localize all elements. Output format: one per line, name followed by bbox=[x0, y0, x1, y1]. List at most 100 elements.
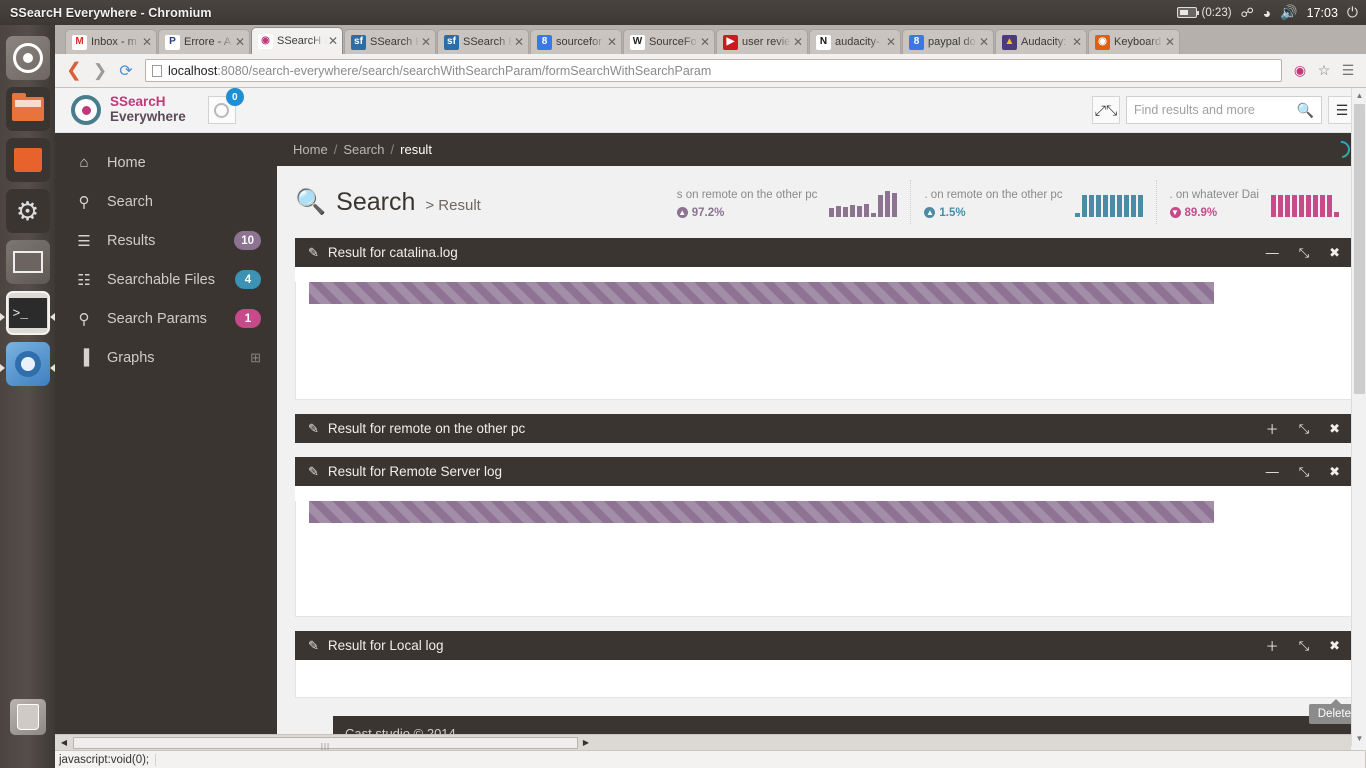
tab-close-icon[interactable]: ✕ bbox=[514, 35, 524, 49]
panel-minimize-icon[interactable]: — bbox=[1266, 245, 1279, 260]
sidebar-item-search[interactable]: ⚲Search bbox=[55, 182, 277, 221]
star-icon[interactable]: ☆ bbox=[1312, 62, 1336, 79]
browser-tab[interactable]: ▲Audacity:✕ bbox=[995, 29, 1087, 54]
stat-label: . on whatever Dai bbox=[1170, 185, 1260, 207]
stat-value: 97.2% bbox=[692, 207, 725, 219]
battery-indicator[interactable]: (0:23) bbox=[1177, 7, 1232, 19]
reload-icon[interactable]: ⟳ bbox=[113, 61, 139, 81]
sidebar-item-label: Home bbox=[107, 155, 261, 171]
back-arrow-icon[interactable]: ❮ bbox=[61, 59, 87, 82]
sidebar-item-home[interactable]: ⌂Home bbox=[55, 143, 277, 182]
browser-tab[interactable]: MInbox - m✕ bbox=[65, 29, 157, 54]
edit-pen-icon[interactable]: ✎ bbox=[308, 421, 319, 437]
tab-close-icon[interactable]: ✕ bbox=[328, 34, 338, 48]
power-icon[interactable]: ⏻ bbox=[1347, 4, 1358, 21]
browser-tab[interactable]: WSourceFo✕ bbox=[623, 29, 715, 54]
sidebar-item-searchable-files[interactable]: ☷Searchable Files4 bbox=[55, 260, 277, 299]
launcher-software-center-icon[interactable] bbox=[6, 138, 50, 182]
launcher-files-icon[interactable] bbox=[6, 87, 50, 131]
launcher-system-settings-icon[interactable]: ⚙ bbox=[6, 189, 50, 233]
scroll-down-arrow[interactable]: ▼ bbox=[1352, 731, 1366, 746]
panel-minimize-icon[interactable]: — bbox=[1266, 464, 1279, 479]
panel-body bbox=[295, 501, 1352, 617]
edit-pen-icon[interactable]: ✎ bbox=[308, 464, 319, 480]
tab-close-icon[interactable]: ✕ bbox=[700, 35, 710, 49]
launcher-chromium-icon[interactable] bbox=[6, 342, 50, 386]
expander-icon[interactable]: ⊞ bbox=[250, 350, 261, 366]
panel-header: ✎Result for remote on the other pc＋⤡✖ bbox=[295, 414, 1352, 443]
hamburger-menu-icon[interactable]: ☰ bbox=[1336, 62, 1360, 79]
browser-tab[interactable]: PErrore - A✕ bbox=[158, 29, 250, 54]
panel-close-icon[interactable]: ✖ bbox=[1329, 245, 1340, 261]
breadcrumb-search[interactable]: Search bbox=[343, 142, 384, 157]
tab-close-icon[interactable]: ✕ bbox=[793, 35, 803, 49]
scroll-up-arrow[interactable]: ▲ bbox=[1352, 88, 1366, 103]
web-page: SSearcH Everywhere 0 ⤢⤡ 🔍 ☰ ⌂Home⚲Search… bbox=[55, 88, 1366, 768]
stat-widget: s on remote on the other pc▲97.2% bbox=[664, 180, 911, 224]
page-horizontal-scrollbar[interactable]: ◀ ||| ▶ bbox=[55, 734, 1351, 750]
clock[interactable]: 17:03 bbox=[1307, 6, 1338, 20]
browser-tab[interactable]: 8paypal do✕ bbox=[902, 29, 994, 54]
app-brand[interactable]: SSearcH Everywhere bbox=[71, 95, 186, 125]
browser-tab[interactable]: sfSSearch E✕ bbox=[437, 29, 529, 54]
browser-tab[interactable]: ▶user revie✕ bbox=[716, 29, 808, 54]
extension-icon[interactable]: ◉ bbox=[1288, 62, 1312, 79]
launcher-ubuntu-dash-icon[interactable] bbox=[6, 36, 50, 80]
volume-icon[interactable]: 🔊 bbox=[1280, 4, 1297, 21]
launcher-workspace-switcher-icon[interactable] bbox=[6, 240, 50, 284]
panel-controls: — ⤡ ✖ bbox=[1266, 245, 1340, 261]
sidebar-item-graphs[interactable]: ▐Graphs⊞ bbox=[55, 338, 277, 377]
scroll-left-arrow[interactable]: ◀ bbox=[57, 736, 71, 749]
tab-close-icon[interactable]: ✕ bbox=[1165, 35, 1175, 49]
expand-arrows-icon[interactable]: ⤢⤡ bbox=[1092, 96, 1120, 124]
browser-tab[interactable]: ◉SSearcH E✕ bbox=[251, 27, 343, 54]
panel-close-icon[interactable]: ✖ bbox=[1329, 421, 1340, 437]
panel-close-icon[interactable]: ✖ bbox=[1329, 464, 1340, 480]
stats-widgets: s on remote on the other pc▲97.2%. on re… bbox=[664, 180, 1352, 224]
panel-expand-icon[interactable]: ⤡ bbox=[1299, 245, 1309, 261]
address-bar[interactable]: localhost:8080/search-everywhere/search/… bbox=[145, 59, 1282, 82]
arrow-up-icon: ▲ bbox=[924, 207, 935, 218]
launcher-terminal-icon[interactable]: >_ bbox=[6, 291, 50, 335]
search-icon[interactable]: 🔍 bbox=[1297, 102, 1314, 119]
search-input[interactable] bbox=[1134, 103, 1297, 117]
tab-label: Audacity: bbox=[1021, 36, 1070, 48]
tab-close-icon[interactable]: ✕ bbox=[886, 35, 896, 49]
tab-close-icon[interactable]: ✕ bbox=[235, 35, 245, 49]
panel-expand-icon[interactable]: ⤡ bbox=[1299, 421, 1309, 437]
panel-expand-icon[interactable]: ⤡ bbox=[1299, 638, 1309, 654]
forward-arrow-icon[interactable]: ❯ bbox=[87, 61, 113, 81]
vertical-scroll-thumb[interactable] bbox=[1354, 104, 1365, 394]
stat-value-row: ▲1.5% bbox=[924, 207, 1062, 219]
search-input-wrapper[interactable]: 🔍 bbox=[1126, 96, 1322, 124]
sidebar-badge: 1 bbox=[235, 309, 261, 328]
history-button[interactable]: 0 bbox=[208, 96, 236, 124]
brand-line-2: Everywhere bbox=[110, 110, 186, 125]
panel-restore-icon[interactable]: ＋ bbox=[1266, 419, 1279, 438]
tab-close-icon[interactable]: ✕ bbox=[1072, 35, 1082, 49]
panel-restore-icon[interactable]: ＋ bbox=[1266, 636, 1279, 655]
launcher-trash-icon[interactable] bbox=[10, 699, 46, 735]
browser-tab[interactable]: sfSSearch E✕ bbox=[344, 29, 436, 54]
tab-close-icon[interactable]: ✕ bbox=[979, 35, 989, 49]
page-vertical-scrollbar[interactable]: ▲ ▼ bbox=[1351, 88, 1366, 746]
sidebar-item-results[interactable]: ☰Results10 bbox=[55, 221, 277, 260]
tab-close-icon[interactable]: ✕ bbox=[607, 35, 617, 49]
edit-pen-icon[interactable]: ✎ bbox=[308, 245, 319, 261]
bluetooth-icon[interactable]: ☍ bbox=[1241, 5, 1254, 21]
tab-close-icon[interactable]: ✕ bbox=[142, 35, 152, 49]
panel-expand-icon[interactable]: ⤡ bbox=[1299, 464, 1309, 480]
sidebar-item-search-params[interactable]: ⚲Search Params1 bbox=[55, 299, 277, 338]
edit-pen-icon[interactable]: ✎ bbox=[308, 638, 319, 654]
browser-tab[interactable]: 8sourcefor✕ bbox=[530, 29, 622, 54]
horizontal-scroll-thumb[interactable]: ||| bbox=[73, 737, 578, 749]
breadcrumb-home[interactable]: Home bbox=[293, 142, 328, 157]
panel-close-icon[interactable]: ✖ bbox=[1329, 638, 1340, 654]
browser-tab[interactable]: ◉Keyboard✕ bbox=[1088, 29, 1180, 54]
scroll-right-arrow[interactable]: ▶ bbox=[579, 736, 593, 749]
stat-sparkline bbox=[1271, 187, 1339, 217]
browser-tab[interactable]: Naudacity-✕ bbox=[809, 29, 901, 54]
tab-label: user revie bbox=[742, 36, 791, 48]
tab-close-icon[interactable]: ✕ bbox=[421, 35, 431, 49]
wifi-icon[interactable]: ◕ bbox=[1263, 5, 1271, 21]
